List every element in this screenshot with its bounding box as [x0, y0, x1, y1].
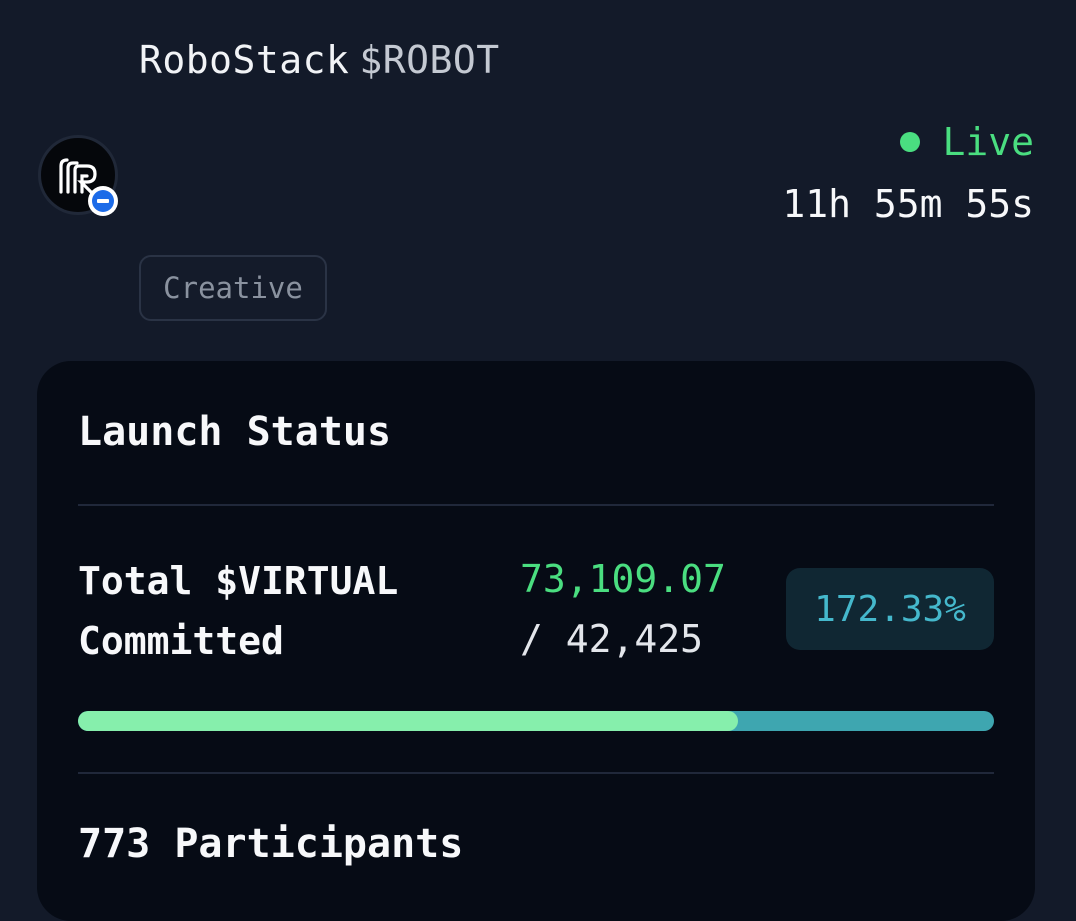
- commit-progress-bar: [78, 711, 994, 731]
- launch-status-card: Launch Status Total $VIRTUAL Committed 7…: [37, 361, 1035, 921]
- commit-label-line2: Committed: [78, 619, 284, 663]
- live-status: Live: [900, 120, 1034, 164]
- token-ticker: $ROBOT: [359, 38, 500, 82]
- category-tag[interactable]: Creative: [139, 255, 327, 321]
- countdown-timer: 11h 55m 55s: [782, 182, 1034, 226]
- target-value: / 42,425: [520, 617, 704, 661]
- verified-badge-icon: [88, 186, 118, 216]
- live-dot-icon: [900, 132, 921, 152]
- divider-bottom: [78, 772, 994, 774]
- participants-count: 773 Participants: [78, 821, 464, 867]
- committed-value: 73,109.07: [520, 557, 726, 601]
- progress-fill: [78, 711, 738, 731]
- token-name: RoboStack: [139, 38, 350, 82]
- launch-status-title: Launch Status: [78, 409, 392, 455]
- live-label: Live: [942, 120, 1034, 164]
- commit-values: 73,109.07 / 42,425: [520, 549, 726, 669]
- commit-label: Total $VIRTUAL Committed: [78, 551, 398, 671]
- divider-top: [78, 504, 994, 506]
- commit-label-line1: Total $VIRTUAL: [78, 559, 399, 603]
- token-title: RoboStack $ROBOT: [139, 38, 500, 82]
- percent-badge: 172.33%: [786, 568, 994, 650]
